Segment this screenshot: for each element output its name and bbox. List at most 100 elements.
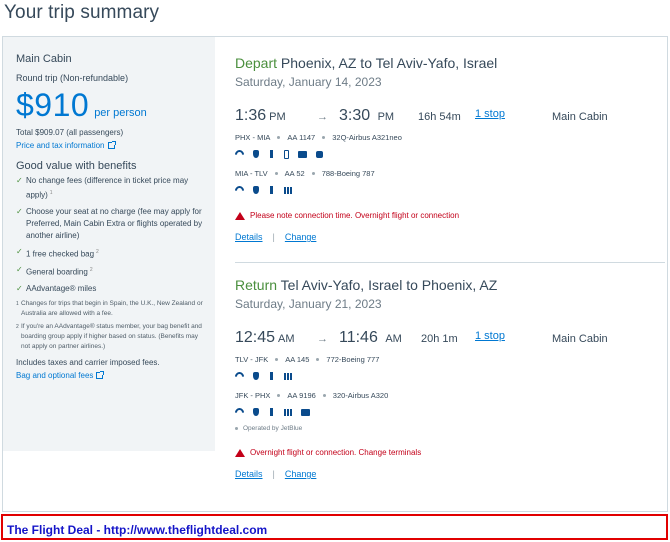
segment-aircraft: 788-Boeing 787 — [321, 169, 375, 178]
details-link[interactable]: Details — [235, 469, 263, 479]
check-icon: ✓ — [16, 265, 23, 275]
flight-deal-banner: The Flight Deal - http://www.theflightde… — [1, 514, 668, 540]
benefits-title: Good value with benefits — [16, 160, 137, 172]
return-section: Return Tel Aviv-Yafo, Israel to Phoenix,… — [233, 277, 665, 479]
shield-icon — [253, 372, 259, 380]
separator-dot — [274, 172, 278, 175]
route-label: Phoenix, AZ to Tel Aviv-Yafo, Israel — [280, 55, 498, 71]
usb-power-icon — [270, 372, 273, 380]
segment-route: TLV - JFK — [235, 355, 269, 364]
price-tax-link[interactable]: Price and tax information — [16, 141, 215, 150]
footnote-text: If you're an AAdvantage® status member, … — [21, 322, 202, 350]
footnote: 2 If you're an AAdvantage® status member… — [16, 322, 207, 352]
wifi-icon — [233, 147, 246, 161]
benefit-item: ✓ 1 free checked bag 2 — [16, 246, 215, 261]
departure-ampm: AM — [278, 333, 295, 345]
stops-link[interactable]: 1 stop — [475, 108, 505, 120]
cabin-label: Main Cabin — [552, 111, 608, 123]
direction-label: Return — [235, 277, 278, 293]
cabin-label: Main Cabin — [552, 333, 608, 345]
footnote-ref: 2 — [96, 248, 99, 255]
taxes-note: Includes taxes and carrier imposed fees. — [16, 357, 160, 367]
arrival-block: 3:30 PM — [339, 107, 394, 125]
external-link-icon — [107, 141, 116, 149]
link-separator: | — [272, 469, 275, 479]
page-title: Your trip summary — [4, 2, 160, 23]
bag-fees-link[interactable]: Bag and optional fees — [16, 370, 215, 380]
usb-power-icon — [270, 408, 273, 416]
arrow-right-icon: → — [317, 333, 328, 345]
benefit-item: ✓ AAdvantage® miles — [16, 283, 215, 295]
total-price: Total $909.07 (all passengers) — [16, 128, 124, 137]
details-link[interactable]: Details — [235, 232, 263, 242]
amenities — [233, 183, 665, 197]
segment-aircraft: 32Q-Airbus A321neo — [332, 133, 402, 142]
benefit-text: 1 free checked bag — [26, 249, 95, 259]
per-person-label: per person — [94, 107, 147, 119]
segment-flight: AA 145 — [285, 355, 310, 364]
amenities — [233, 405, 665, 419]
return-links: Details | Change — [235, 469, 665, 479]
return-time-row: 12:45 AM → 11:46 AM 20h 1m 1 stop Main C… — [235, 329, 665, 349]
separator-dot — [316, 358, 320, 361]
flight-details: Depart Phoenix, AZ to Tel Aviv-Yafo, Isr… — [233, 37, 665, 479]
shield-icon — [253, 150, 259, 158]
check-icon: ✓ — [16, 283, 23, 293]
arrival-time: 11:46 — [339, 329, 378, 346]
route-label: Tel Aviv-Yafo, Israel to Phoenix, AZ — [280, 277, 498, 293]
bag-fees-link-label: Bag and optional fees — [16, 370, 94, 380]
check-icon: ✓ — [16, 246, 23, 256]
seatback-screen-icon — [284, 408, 292, 416]
app-icon — [316, 150, 323, 158]
stops-link[interactable]: 1 stop — [475, 330, 505, 342]
shield-icon — [253, 408, 259, 416]
price: $910 — [16, 87, 90, 123]
benefits-list: ✓ No change fees (difference in ticket p… — [16, 175, 215, 295]
amenities — [233, 369, 665, 383]
segment-flight: AA 9196 — [287, 391, 316, 400]
arrow-right-icon: → — [317, 111, 328, 123]
depart-date: Saturday, January 14, 2023 — [235, 75, 382, 89]
return-heading: Return Tel Aviv-Yafo, Israel to Phoenix,… — [235, 277, 665, 293]
tv-icon — [301, 408, 310, 416]
depart-section: Depart Phoenix, AZ to Tel Aviv-Yafo, Isr… — [233, 37, 665, 242]
benefit-text: AAdvantage® miles — [26, 283, 97, 293]
departure-time: 12:45 — [235, 329, 276, 346]
departure-ampm: PM — [269, 111, 286, 123]
arrival-time: 3:30 — [339, 107, 371, 124]
wifi-icon — [233, 369, 246, 383]
price-row: $910 per person — [16, 87, 215, 124]
segment-flight: AA 1147 — [287, 133, 316, 142]
external-link-icon — [96, 370, 105, 379]
phone-icon — [284, 149, 289, 159]
warning-text: Please note connection time. Overnight f… — [250, 211, 460, 220]
shield-icon — [253, 186, 259, 194]
footnote-text: Changes for trips that begin in Spain, t… — [21, 299, 203, 317]
change-link[interactable]: Change — [285, 232, 317, 242]
arrival-ampm: AM — [385, 333, 402, 345]
arrival-block: 11:46 AM — [339, 329, 402, 347]
connection-warning: Overnight flight or connection. Change t… — [235, 448, 665, 457]
operated-by: Operated by JetBlue — [235, 425, 665, 432]
return-date: Saturday, January 21, 2023 — [235, 297, 382, 311]
change-link[interactable]: Change — [285, 469, 317, 479]
check-icon: ✓ — [16, 206, 23, 216]
segment-route: PHX - MIA — [235, 133, 271, 142]
seatback-screen-icon — [284, 372, 292, 380]
separator-dot — [322, 394, 326, 397]
benefit-text: No change fees (difference in ticket pri… — [26, 176, 189, 200]
seatback-screen-icon — [284, 186, 292, 194]
benefit-item: ✓ No change fees (difference in ticket p… — [16, 175, 215, 202]
departure-time: 1:36 — [235, 107, 267, 124]
price-tax-link-label: Price and tax information — [16, 141, 105, 150]
footnote-ref: 1 — [49, 190, 53, 196]
segment-aircraft: 772-Boeing 777 — [326, 355, 380, 364]
banner-text: The Flight Deal - http://www.theflightde… — [7, 523, 268, 537]
flight-duration: 20h 1m — [421, 333, 458, 345]
link-separator: | — [272, 232, 275, 242]
separator-dot — [277, 394, 281, 397]
segment-info: PHX - MIA AA 1147 32Q-Airbus A321neo — [235, 133, 665, 142]
trip-type: Round trip (Non-refundable) — [16, 73, 129, 83]
separator-dot — [275, 358, 279, 361]
direction-label: Depart — [235, 55, 278, 71]
